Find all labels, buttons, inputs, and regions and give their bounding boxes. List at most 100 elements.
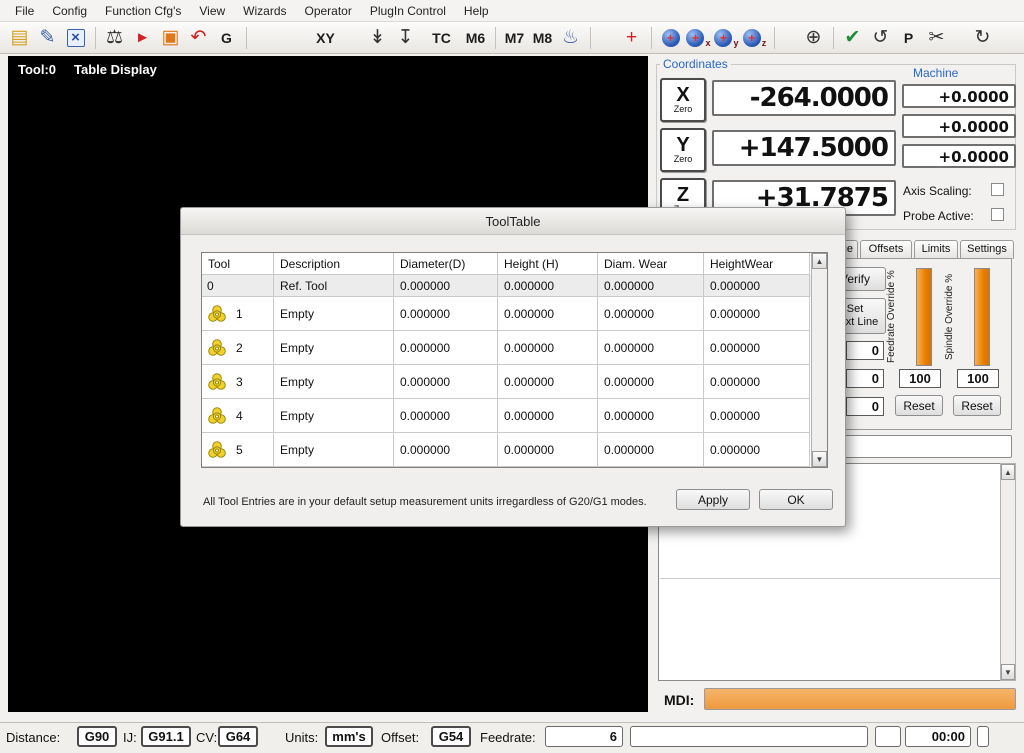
dialog-title[interactable]: ToolTable — [181, 208, 845, 235]
scroll-track[interactable] — [1001, 480, 1015, 664]
machine-coords-button[interactable]: + — [657, 25, 684, 51]
z-machine-dro[interactable]: +0.0000 — [902, 144, 1016, 168]
lower-to-bar-icon[interactable]: ↧ — [392, 25, 419, 51]
cell-height-wear[interactable]: 0.000000 — [704, 433, 810, 467]
open-file-icon[interactable]: ▤ — [6, 25, 33, 51]
cell-diam-wear[interactable]: 0.000000 — [598, 433, 704, 467]
jog-pointer-icon[interactable]: ► — [129, 25, 156, 51]
cell-height[interactable]: 0.000000 — [498, 399, 598, 433]
cut-icon[interactable]: ✂ — [923, 25, 950, 51]
close-file-icon[interactable]: × — [62, 25, 89, 51]
feedrate-box[interactable]: 6 — [545, 726, 623, 747]
m8-button[interactable]: M8 — [529, 25, 556, 51]
offset-box[interactable]: G54 — [431, 726, 471, 747]
cell-description[interactable]: Empty — [274, 365, 394, 399]
cv-mode-box[interactable]: G64 — [218, 726, 258, 747]
override-field-1[interactable]: 0 — [846, 341, 884, 360]
m7-button[interactable]: M7 — [501, 25, 528, 51]
cell-diameter[interactable]: 0.000000 — [394, 399, 498, 433]
cell-diameter[interactable]: 0.000000 — [394, 297, 498, 331]
menu-help[interactable]: Help — [455, 1, 498, 21]
cell-description[interactable]: Empty — [274, 399, 394, 433]
tab-settings[interactable]: Settings — [960, 240, 1014, 259]
scroll-down-icon[interactable]: ▼ — [1001, 664, 1015, 680]
cell-diameter[interactable]: 0.000000 — [394, 365, 498, 399]
cell-height[interactable]: 0.000000 — [498, 331, 598, 365]
menu-wizards[interactable]: Wizards — [234, 1, 295, 21]
menu-file[interactable]: File — [6, 1, 43, 21]
gcode-scrollbar[interactable]: ▲ ▼ — [1000, 463, 1016, 681]
tab-limits[interactable]: Limits — [914, 240, 958, 259]
tool-table-row[interactable]: 3 Empty 0.000000 0.000000 0.000000 0.000… — [202, 365, 811, 399]
y-machine-dro[interactable]: +0.0000 — [902, 114, 1016, 138]
cell-diameter[interactable]: 0.000000 — [394, 275, 498, 297]
override-field-3[interactable]: 0 — [846, 397, 884, 416]
table-scroll-down-icon[interactable]: ▼ — [812, 451, 827, 467]
xy-coords-button[interactable]: XY — [312, 25, 339, 51]
cell-height-wear[interactable]: 0.000000 — [704, 297, 810, 331]
probe-active-checkbox[interactable] — [991, 208, 1004, 221]
menu-config[interactable]: Config — [43, 1, 96, 21]
table-scroll-up-icon[interactable]: ▲ — [812, 253, 827, 269]
override-field-2[interactable]: 0 — [846, 369, 884, 388]
machine-coords-x-button[interactable]: + x — [685, 25, 712, 51]
cell-height[interactable]: 0.000000 — [498, 275, 598, 297]
p-button[interactable]: P — [895, 25, 922, 51]
menu-operator[interactable]: Operator — [296, 1, 361, 21]
units-box[interactable]: mm's — [325, 726, 373, 747]
rotate-icon[interactable]: ↺ — [867, 25, 894, 51]
goto-zero-icon[interactable]: ⊕ — [800, 25, 827, 51]
cell-description[interactable]: Empty — [274, 297, 394, 331]
cell-diam-wear[interactable]: 0.000000 — [598, 365, 704, 399]
tool-table-row[interactable]: 0 Ref. Tool 0.000000 0.000000 0.000000 0… — [202, 275, 811, 297]
mdi-input[interactable] — [704, 688, 1016, 710]
menu-function-cfgs[interactable]: Function Cfg's — [96, 1, 190, 21]
x-zero-button[interactable]: X Zero — [660, 78, 706, 122]
cell-description[interactable]: Empty — [274, 331, 394, 365]
cell-height[interactable]: 0.000000 — [498, 365, 598, 399]
cell-diam-wear[interactable]: 0.000000 — [598, 297, 704, 331]
cell-height[interactable]: 0.000000 — [498, 297, 598, 331]
edit-file-icon[interactable]: ✎ — [34, 25, 61, 51]
axis-scaling-checkbox[interactable] — [991, 183, 1004, 196]
spindle-override-bar[interactable] — [974, 268, 990, 366]
cell-description[interactable]: Ref. Tool — [274, 275, 394, 297]
menu-view[interactable]: View — [190, 1, 234, 21]
spindle-reset-button[interactable]: Reset — [953, 395, 1001, 416]
scroll-up-icon[interactable]: ▲ — [1001, 464, 1015, 480]
feedrate-override-bar[interactable] — [916, 268, 932, 366]
x-dro[interactable]: -264.0000 — [712, 80, 896, 116]
cell-height-wear[interactable]: 0.000000 — [704, 275, 810, 297]
ref-all-home-icon[interactable]: + — [618, 25, 645, 51]
y-dro[interactable]: +147.5000 — [712, 130, 896, 166]
cell-diameter[interactable]: 0.000000 — [394, 331, 498, 365]
scales-icon[interactable]: ⚖ — [101, 25, 128, 51]
shield-icon[interactable]: ✔ — [839, 25, 866, 51]
table-scroll-track[interactable] — [812, 269, 827, 451]
refresh-icon[interactable]: ↻ — [969, 25, 996, 51]
machine-coords-y-button[interactable]: + y — [713, 25, 740, 51]
cell-diam-wear[interactable]: 0.000000 — [598, 399, 704, 433]
feedrate-reset-button[interactable]: Reset — [895, 395, 943, 416]
tab-offsets[interactable]: Offsets — [860, 240, 912, 259]
ij-mode-box[interactable]: G91.1 — [141, 726, 191, 747]
tool-table-row[interactable]: 2 Empty 0.000000 0.000000 0.000000 0.000… — [202, 331, 811, 365]
cell-height-wear[interactable]: 0.000000 — [704, 331, 810, 365]
cell-diameter[interactable]: 0.000000 — [394, 433, 498, 467]
m6-button[interactable]: M6 — [462, 25, 489, 51]
regen-icon[interactable]: ↶ — [185, 25, 212, 51]
apply-button[interactable]: Apply — [676, 489, 750, 510]
cell-height[interactable]: 0.000000 — [498, 433, 598, 467]
lower-chevron-icon[interactable]: ↡ — [364, 25, 391, 51]
cell-diam-wear[interactable]: 0.000000 — [598, 275, 704, 297]
table-scrollbar[interactable]: ▲ ▼ — [811, 253, 827, 467]
x-machine-dro[interactable]: +0.0000 — [902, 84, 1016, 108]
cell-diam-wear[interactable]: 0.000000 — [598, 331, 704, 365]
cell-height-wear[interactable]: 0.000000 — [704, 365, 810, 399]
spindle-override-value[interactable]: 100 — [957, 369, 999, 388]
distance-mode-box[interactable]: G90 — [77, 726, 117, 747]
coolant-icon[interactable]: ♨ — [557, 25, 584, 51]
feedrate-override-value[interactable]: 100 — [899, 369, 941, 388]
toolchange-button[interactable]: TC — [428, 25, 455, 51]
ok-button[interactable]: OK — [759, 489, 833, 510]
